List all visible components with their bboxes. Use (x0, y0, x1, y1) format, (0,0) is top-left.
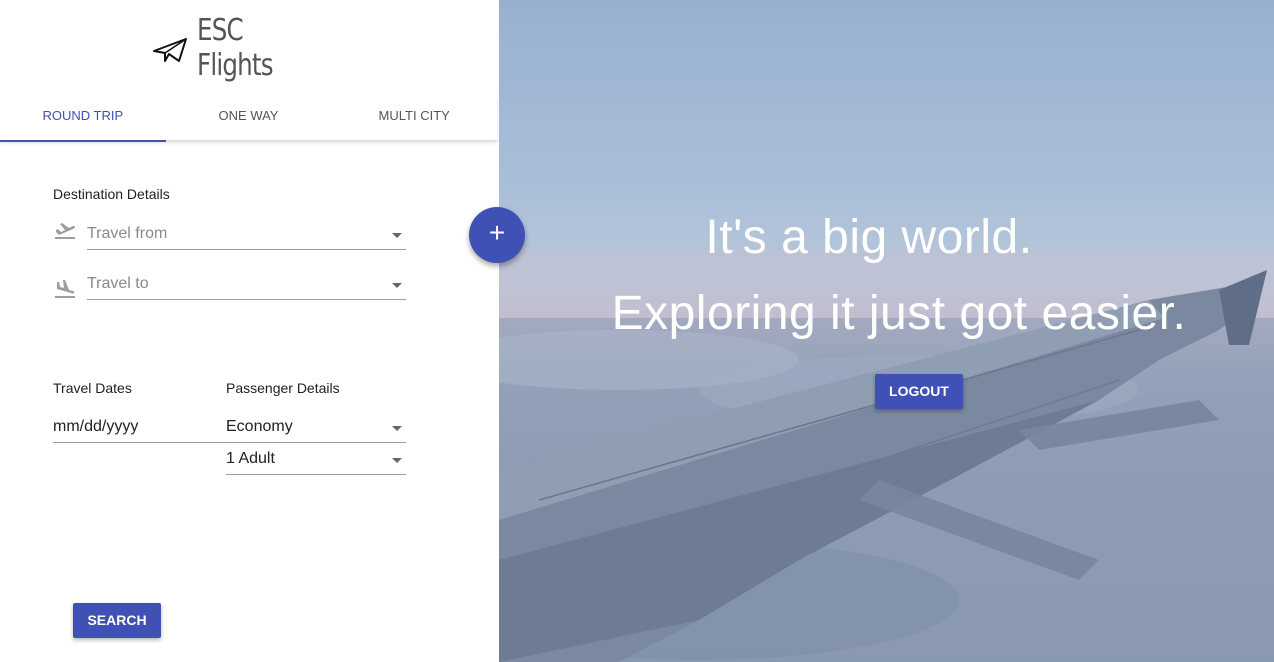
chevron-down-icon (392, 458, 402, 463)
hero-headline-line2: Exploring it just got easier. (611, 287, 1187, 340)
chevron-down-icon (392, 283, 402, 288)
search-panel: ESC Flights ROUND TRIP ONE WAY MULTI CIT… (0, 0, 499, 662)
travel-to-field[interactable]: Travel to (87, 269, 406, 300)
cabin-class-select[interactable]: Economy (226, 412, 406, 443)
travel-date-input[interactable]: mm/dd/yyyy (53, 412, 226, 443)
trip-type-tabs: ROUND TRIP ONE WAY MULTI CITY (0, 96, 497, 142)
travel-date-value: mm/dd/yyyy (53, 418, 139, 435)
hero-headline-line1: It's a big world. (705, 211, 1033, 264)
logout-button[interactable]: LOGOUT (875, 374, 963, 409)
travel-from-field[interactable]: Travel from (87, 219, 406, 250)
destination-details-label: Destination Details (53, 186, 170, 202)
chevron-down-icon (392, 233, 402, 238)
passenger-count-select[interactable]: 1 Adult (226, 444, 406, 475)
add-destination-button[interactable]: + (469, 207, 525, 263)
travel-dates-label: Travel Dates (53, 380, 132, 396)
hero-section: It's a big world. Exploring it just got … (499, 0, 1274, 662)
tab-round-trip[interactable]: ROUND TRIP (0, 96, 166, 142)
travel-from-placeholder: Travel from (87, 225, 168, 242)
travel-to-placeholder: Travel to (87, 275, 149, 292)
cabin-class-value: Economy (226, 418, 293, 435)
paper-plane-icon (152, 38, 187, 62)
chevron-down-icon (392, 426, 402, 431)
flight-land-icon (55, 280, 75, 298)
tab-multi-city[interactable]: MULTI CITY (331, 96, 497, 140)
flight-takeoff-icon (55, 223, 75, 239)
passenger-count-value: 1 Adult (226, 450, 275, 467)
brand-name: ESC Flights (196, 13, 274, 83)
passenger-details-label: Passenger Details (226, 380, 340, 396)
tab-one-way[interactable]: ONE WAY (166, 96, 332, 140)
search-button[interactable]: SEARCH (73, 603, 161, 638)
brand: ESC Flights (0, 13, 499, 83)
